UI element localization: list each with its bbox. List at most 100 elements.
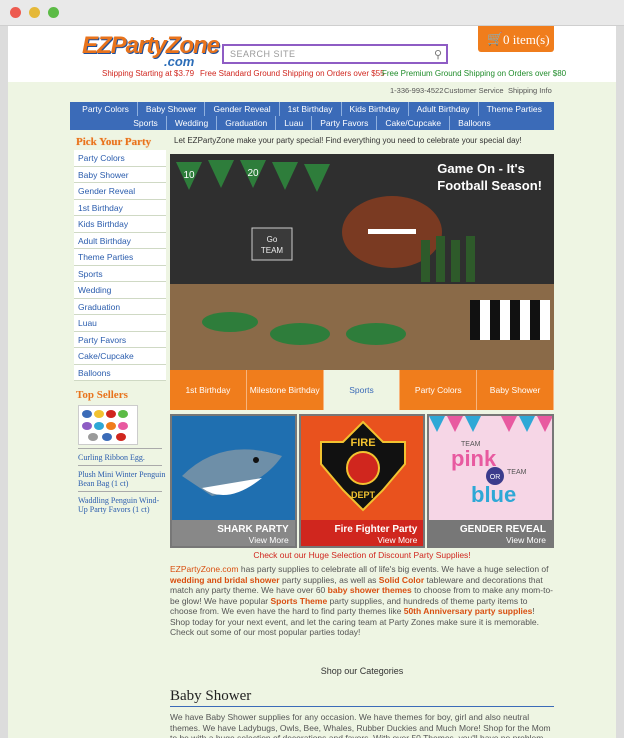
pink-word: pink [451,446,497,471]
wedding-link[interactable]: wedding and bridal shower [170,575,280,585]
ribbon-eggs-picture [82,410,128,441]
logo-suffix: .com [164,54,195,69]
minimize-window-button[interactable] [29,7,40,18]
baby-shower-link[interactable]: baby shower themes [328,585,412,595]
sidebar-item-sports[interactable]: Sports [74,265,166,282]
shipping-info-link[interactable]: Shipping Info [508,86,552,95]
hero-line: Football Season! [437,178,542,193]
maximize-window-button[interactable] [48,7,59,18]
discount-link[interactable]: Check out our Huge Selection of Discount… [170,550,554,560]
sidebar-title: Pick Your Party [76,136,152,148]
nav-party-colors[interactable]: Party Colors [74,102,138,116]
card-title: GENDER REVEAL [459,524,547,535]
tab-party-colors[interactable]: Party Colors [400,370,478,410]
solid-color-link[interactable]: Solid Color [379,575,424,585]
shipping-premium: Free Premium Ground Shipping on Orders o… [382,69,567,78]
sidebar-list: Party Colors Baby Shower Gender Reveal 1… [74,150,166,381]
cart-icon: 🛒 [487,31,504,46]
top-seller-link[interactable]: Curling Ribbon Egg. [78,453,166,462]
sidebar-item-kids-birthday[interactable]: Kids Birthday [74,216,166,233]
promo-cards: SHARK PARTY View More FIRE DEPT Fire Fig… [170,414,555,548]
hero-line: Game On - It's [437,161,525,176]
sidebar-item-gender-reveal[interactable]: Gender Reveal [74,183,166,200]
fire-badge-picture: FIRE DEPT [319,420,406,512]
tab-milestone-birthday[interactable]: Milestone Birthday [246,370,324,410]
top-sellers-title: Top Sellers [76,389,128,401]
sidebar-item-theme-parties[interactable]: Theme Parties [74,249,166,266]
sidebar-item-adult-birthday[interactable]: Adult Birthday [74,232,166,249]
logo-text: EZPartyZone [82,32,220,59]
search-placeholder: SEARCH SITE [230,49,296,59]
tab-baby-shower[interactable]: Baby Shower [477,370,554,410]
nav-party-favors[interactable]: Party Favors [312,116,378,130]
about-paragraph: EZPartyZone.com has party supplies to ce… [170,564,554,638]
sidebar-item-balloons[interactable]: Balloons [74,364,166,381]
badge-text: DEPT [351,490,376,500]
search-input[interactable]: SEARCH SITE ⚲ [222,44,448,64]
nav-baby-shower[interactable]: Baby Shower [138,102,206,116]
nav-balloons[interactable]: Balloons [450,116,499,130]
cart-button[interactable]: 🛒 0 item(s) [478,26,554,52]
flag-number: 10 [183,170,195,181]
shipping-starting: Shipping Starting at $3.79 [102,69,195,78]
sports-theme-link[interactable]: Sports Theme [271,596,328,606]
sign-text: Go [267,235,278,244]
card-title: Fire Fighter Party [334,524,418,535]
anniversary-link[interactable]: 50th Anniversary party supplies [404,606,533,616]
top-seller-image[interactable] [78,405,138,445]
nav-wedding[interactable]: Wedding [167,116,218,130]
category-title: Baby Shower [170,688,554,707]
nav-theme-parties[interactable]: Theme Parties [479,102,550,116]
or-label: OR [490,474,501,481]
sidebar-item-graduation[interactable]: Graduation [74,298,166,315]
team-label: TEAM [507,469,527,476]
blue-word: blue [471,482,516,507]
sidebar-item-luau[interactable]: Luau [74,315,166,332]
close-window-button[interactable] [10,7,21,18]
nav-gender-reveal[interactable]: Gender Reveal [205,102,280,116]
view-more-link[interactable]: View More [377,535,417,545]
body-text: has party supplies to celebrate all of l… [238,564,549,574]
sidebar-item-party-colors[interactable]: Party Colors [74,150,166,167]
category-tabs: 1st Birthday Milestone Birthday Sports P… [170,370,554,410]
intro-text: Let EZPartyZone make your party special!… [174,136,522,145]
nav-cake-cupcake[interactable]: Cake/Cupcake [377,116,451,130]
tab-sports[interactable]: Sports [323,370,401,410]
search-icon[interactable]: ⚲ [434,48,442,61]
view-more-link[interactable]: View More [506,535,546,545]
customer-service-link[interactable]: Customer Service [444,86,504,95]
phone-number: 1-336-993-4522 [390,86,444,95]
top-seller-link[interactable]: Waddling Penguin Wind-Up Party Favors (1… [78,496,166,514]
site-logo[interactable]: EZPartyZone .com [82,32,220,70]
sidebar: Pick Your Party Party Colors Baby Shower… [74,136,166,514]
nav-kids-birthday[interactable]: Kids Birthday [342,102,409,116]
nav-sports[interactable]: Sports [125,116,167,130]
sidebar-item-baby-shower[interactable]: Baby Shower [74,166,166,183]
fire-fighter-card[interactable]: FIRE DEPT Fire Fighter Party View More [298,414,426,548]
category-description: We have Baby Shower supplies for any occ… [170,712,551,738]
top-seller-link[interactable]: Plush Mini Winter Penguin Bean Bag (1 ct… [78,470,166,488]
nav-adult-birthday[interactable]: Adult Birthday [409,102,479,116]
sidebar-item-cake-cupcake[interactable]: Cake/Cupcake [74,348,166,365]
sign-text: TEAM [261,246,284,255]
card-title: SHARK PARTY [217,524,289,535]
hero-headline: Game On - It's Football Season! [437,160,542,194]
tab-1st-birthday[interactable]: 1st Birthday [170,370,247,410]
sidebar-item-wedding[interactable]: Wedding [74,282,166,299]
divider [78,465,162,466]
nav-luau[interactable]: Luau [276,116,313,130]
body-text: party supplies, as well as [279,574,379,585]
site-link[interactable]: EZPartyZone.com [170,564,239,574]
nav-1st-birthday[interactable]: 1st Birthday [280,102,342,116]
sidebar-item-party-favors[interactable]: Party Favors [74,331,166,348]
shark-party-card[interactable]: SHARK PARTY View More [170,414,297,548]
sidebar-item-1st-birthday[interactable]: 1st Birthday [74,199,166,216]
nav-graduation[interactable]: Graduation [217,116,277,130]
gender-reveal-picture: TEAM pink OR TEAM blue [429,416,553,507]
web-page: EZPartyZone .com SEARCH SITE ⚲ 🛒 0 item(… [8,26,616,738]
cart-count: 0 item(s) [503,32,550,47]
view-more-link[interactable]: View More [249,535,289,545]
hero-banner[interactable]: 10 20 Go TEAM Game On - It's Football Se… [170,154,554,370]
shipping-standard: Free Standard Ground Shipping on Orders … [200,69,385,78]
gender-reveal-card[interactable]: TEAM pink OR TEAM blue GENDER REVEAL Vie… [427,414,555,548]
